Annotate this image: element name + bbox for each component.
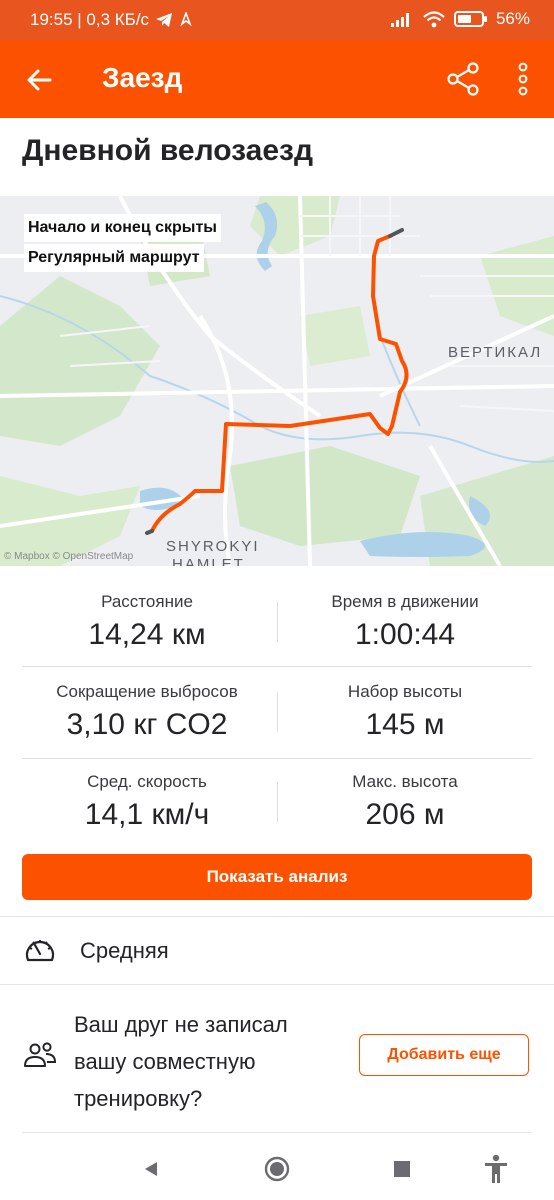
signal-icon — [390, 13, 409, 27]
stat-label: Макс. высота — [352, 772, 458, 791]
wifi-icon — [423, 11, 445, 28]
friend-prompt-row: Ваш друг не записал вашу совместную трен… — [0, 986, 554, 1126]
divider — [277, 692, 278, 732]
stat-label: Набор высоты — [347, 682, 463, 701]
divider — [22, 758, 532, 759]
stat-label: Сокращение выбросов — [56, 682, 238, 701]
page-title: Заезд — [102, 62, 183, 93]
telegram-icon — [156, 13, 173, 27]
route-start-marker — [145, 529, 154, 535]
map-place-label: SHYROKYI — [166, 538, 260, 555]
map-place-label: ВЕРТИКАЛ — [448, 344, 543, 361]
divider — [22, 1132, 532, 1133]
effort-row[interactable]: Средняя — [0, 918, 554, 984]
stat-value: 14,24 км — [88, 618, 206, 651]
share-icon[interactable] — [444, 60, 482, 98]
battery-icon — [453, 11, 487, 27]
show-analysis-button[interactable]: Показать анализ — [22, 854, 532, 900]
more-vert-icon[interactable] — [508, 60, 538, 98]
stat-max-elevation: Макс. высота 206 м — [280, 772, 530, 832]
stat-label: Сред. скорость — [87, 772, 207, 791]
map-place-label: HAMLET — [172, 556, 245, 566]
back-triangle-icon[interactable] — [136, 1154, 166, 1184]
map-label-regular: Регулярный маршрут — [24, 244, 204, 272]
status-bar: 19:55 | 0,3 КБ/с 56% — [0, 0, 554, 40]
stat-emissions: Сокращение выбросов 3,10 кг CO2 — [22, 682, 272, 742]
activity-title: Дневной велозаезд — [22, 134, 314, 167]
route-map[interactable]: Начало и конец скрыты Регулярный маршрут… — [0, 196, 554, 566]
divider — [277, 602, 278, 642]
divider — [0, 916, 554, 917]
stat-label: Время в движении — [331, 592, 479, 611]
gauge-icon — [25, 940, 55, 962]
recents-square-icon[interactable] — [387, 1154, 417, 1184]
system-nav-bar — [0, 1136, 554, 1200]
stat-label: Расстояние — [101, 592, 193, 611]
stat-elevation-gain: Набор высоты 145 м — [280, 682, 530, 742]
divider — [0, 984, 554, 985]
group-icon — [24, 1042, 57, 1067]
stat-avg-speed: Сред. скорость 14,1 км/ч — [22, 772, 272, 832]
home-circle-icon[interactable] — [262, 1154, 292, 1184]
stat-value: 145 м — [365, 708, 445, 741]
stat-moving-time: Время в движении 1:00:44 — [280, 592, 530, 652]
status-time: 19:55 | 0,3 КБ/с — [30, 10, 150, 29]
notification-icon — [180, 12, 192, 27]
stat-value: 1:00:44 — [354, 618, 456, 651]
divider — [277, 782, 278, 822]
effort-label: Средняя — [80, 938, 169, 963]
divider — [22, 666, 532, 667]
add-more-button[interactable]: Добавить еще — [359, 1034, 529, 1076]
accessibility-icon[interactable] — [481, 1154, 511, 1184]
friend-prompt-text: Ваш друг не записал вашу совместную трен… — [74, 1012, 288, 1111]
app-bar: Заезд — [0, 40, 554, 118]
stat-value: 206 м — [365, 798, 445, 831]
map-attribution[interactable]: © Mapbox © OpenStreetMap — [4, 551, 133, 562]
stat-value: 3,10 кг CO2 — [66, 708, 228, 741]
stat-value: 14,1 км/ч — [84, 798, 210, 831]
stat-distance: Расстояние 14,24 км — [22, 592, 272, 652]
back-arrow-icon[interactable] — [22, 62, 58, 98]
map-label-hidden: Начало и конец скрыты — [24, 214, 221, 242]
battery-percent: 56% — [495, 9, 530, 28]
